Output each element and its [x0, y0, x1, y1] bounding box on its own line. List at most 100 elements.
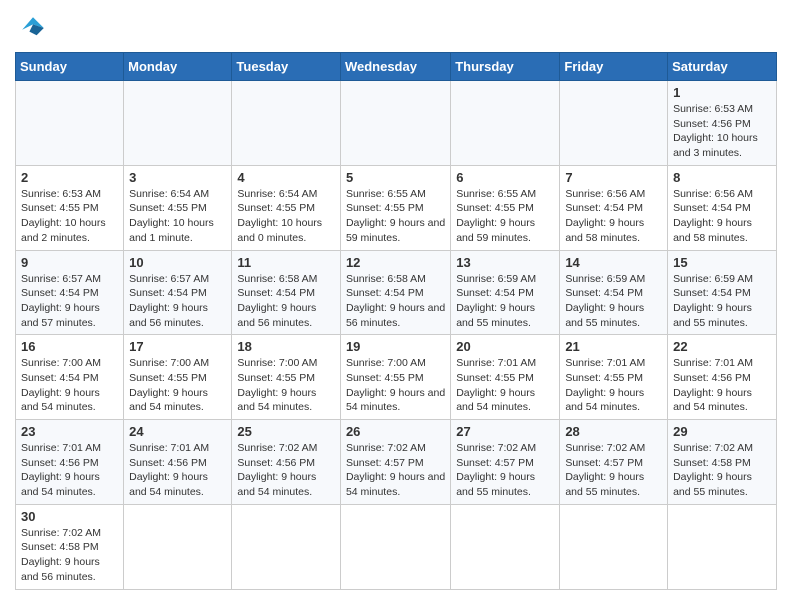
day-info: Sunrise: 6:59 AM Sunset: 4:54 PM Dayligh… — [456, 272, 554, 331]
calendar-cell — [16, 81, 124, 166]
day-info: Sunrise: 6:59 AM Sunset: 4:54 PM Dayligh… — [673, 272, 771, 331]
day-number: 3 — [129, 170, 226, 185]
day-of-week-tuesday: Tuesday — [232, 53, 341, 81]
calendar-cell: 18 Sunrise: 7:00 AM Sunset: 4:55 PM Dayli… — [232, 335, 341, 420]
day-number: 26 — [346, 424, 445, 439]
calendar-cell: 24Sunrise: 7:01 AM Sunset: 4:56 PM Dayli… — [124, 420, 232, 505]
day-info: Sunrise: 6:55 AM Sunset: 4:55 PM Dayligh… — [456, 187, 554, 246]
logo-icon — [15, 10, 51, 46]
calendar-cell: 25Sunrise: 7:02 AM Sunset: 4:56 PM Dayli… — [232, 420, 341, 505]
calendar-week-row: 9 Sunrise: 6:57 AM Sunset: 4:54 PM Daylig… — [16, 250, 777, 335]
day-info: Sunrise: 7:01 AM Sunset: 4:55 PM Dayligh… — [456, 356, 554, 415]
calendar-cell — [451, 81, 560, 166]
day-number: 2 — [21, 170, 118, 185]
calendar-cell: 28Sunrise: 7:02 AM Sunset: 4:57 PM Dayli… — [560, 420, 668, 505]
calendar-cell: 29Sunrise: 7:02 AM Sunset: 4:58 PM Dayli… — [668, 420, 777, 505]
day-number: 9 — [21, 255, 118, 270]
day-info: Sunrise: 6:56 AM Sunset: 4:54 PM Dayligh… — [565, 187, 662, 246]
calendar-cell: 14Sunrise: 6:59 AM Sunset: 4:54 PM Dayli… — [560, 250, 668, 335]
calendar-week-row: 16 Sunrise: 7:00 AM Sunset: 4:54 PM Dayli… — [16, 335, 777, 420]
calendar-cell: 1 Sunrise: 6:53 AM Sunset: 4:56 PM Daylig… — [668, 81, 777, 166]
day-number: 22 — [673, 339, 771, 354]
calendar-cell: 21 Sunrise: 7:01 AM Sunset: 4:55 PM Dayli… — [560, 335, 668, 420]
day-info: Sunrise: 6:58 AM Sunset: 4:54 PM Dayligh… — [346, 272, 445, 331]
day-number: 14 — [565, 255, 662, 270]
day-number: 17 — [129, 339, 226, 354]
day-number: 10 — [129, 255, 226, 270]
calendar-cell: 10 Sunrise: 6:57 AM Sunset: 4:54 PM Dayli… — [124, 250, 232, 335]
calendar-cell — [124, 504, 232, 589]
day-number: 7 — [565, 170, 662, 185]
calendar-cell — [560, 81, 668, 166]
day-info: Sunrise: 7:00 AM Sunset: 4:55 PM Dayligh… — [346, 356, 445, 415]
day-number: 30 — [21, 509, 118, 524]
calendar-cell — [451, 504, 560, 589]
day-number: 27 — [456, 424, 554, 439]
day-number: 15 — [673, 255, 771, 270]
day-number: 1 — [673, 85, 771, 100]
calendar-cell — [560, 504, 668, 589]
calendar-cell: 27 Sunrise: 7:02 AM Sunset: 4:57 PM Dayli… — [451, 420, 560, 505]
day-number: 20 — [456, 339, 554, 354]
day-number: 12 — [346, 255, 445, 270]
day-info: Sunrise: 6:53 AM Sunset: 4:56 PM Dayligh… — [673, 102, 771, 161]
logo — [15, 10, 55, 46]
calendar-cell: 12 Sunrise: 6:58 AM Sunset: 4:54 PM Dayli… — [340, 250, 450, 335]
day-number: 23 — [21, 424, 118, 439]
day-number: 4 — [237, 170, 335, 185]
day-info: Sunrise: 6:57 AM Sunset: 4:54 PM Dayligh… — [129, 272, 226, 331]
day-info: Sunrise: 7:02 AM Sunset: 4:57 PM Dayligh… — [346, 441, 445, 500]
calendar-cell: 6Sunrise: 6:55 AM Sunset: 4:55 PM Daylig… — [451, 165, 560, 250]
calendar-week-row: 23 Sunrise: 7:01 AM Sunset: 4:56 PM Dayli… — [16, 420, 777, 505]
calendar-cell: 9 Sunrise: 6:57 AM Sunset: 4:54 PM Daylig… — [16, 250, 124, 335]
day-of-week-sunday: Sunday — [16, 53, 124, 81]
day-number: 24 — [129, 424, 226, 439]
day-of-week-monday: Monday — [124, 53, 232, 81]
calendar-cell: 3 Sunrise: 6:54 AM Sunset: 4:55 PM Daylig… — [124, 165, 232, 250]
calendar-cell: 16 Sunrise: 7:00 AM Sunset: 4:54 PM Dayli… — [16, 335, 124, 420]
calendar-cell: 5 Sunrise: 6:55 AM Sunset: 4:55 PM Daylig… — [340, 165, 450, 250]
day-info: Sunrise: 7:00 AM Sunset: 4:55 PM Dayligh… — [237, 356, 335, 415]
day-number: 21 — [565, 339, 662, 354]
calendar-cell: 8 Sunrise: 6:56 AM Sunset: 4:54 PM Daylig… — [668, 165, 777, 250]
day-number: 16 — [21, 339, 118, 354]
calendar-cell — [668, 504, 777, 589]
calendar-cell: 13 Sunrise: 6:59 AM Sunset: 4:54 PM Dayli… — [451, 250, 560, 335]
day-number: 8 — [673, 170, 771, 185]
day-info: Sunrise: 7:02 AM Sunset: 4:57 PM Dayligh… — [456, 441, 554, 500]
day-number: 25 — [237, 424, 335, 439]
calendar-cell: 2Sunrise: 6:53 AM Sunset: 4:55 PM Daylig… — [16, 165, 124, 250]
day-info: Sunrise: 6:58 AM Sunset: 4:54 PM Dayligh… — [237, 272, 335, 331]
calendar-cell — [340, 81, 450, 166]
calendar-table: SundayMondayTuesdayWednesdayThursdayFrid… — [15, 52, 777, 590]
calendar-cell: 30Sunrise: 7:02 AM Sunset: 4:58 PM Dayli… — [16, 504, 124, 589]
day-number: 28 — [565, 424, 662, 439]
calendar-cell: 22Sunrise: 7:01 AM Sunset: 4:56 PM Dayli… — [668, 335, 777, 420]
day-info: Sunrise: 7:00 AM Sunset: 4:54 PM Dayligh… — [21, 356, 118, 415]
day-number: 18 — [237, 339, 335, 354]
day-of-week-friday: Friday — [560, 53, 668, 81]
day-number: 29 — [673, 424, 771, 439]
day-info: Sunrise: 6:55 AM Sunset: 4:55 PM Dayligh… — [346, 187, 445, 246]
day-info: Sunrise: 7:01 AM Sunset: 4:55 PM Dayligh… — [565, 356, 662, 415]
day-info: Sunrise: 6:54 AM Sunset: 4:55 PM Dayligh… — [237, 187, 335, 246]
day-number: 5 — [346, 170, 445, 185]
calendar-week-row: 1 Sunrise: 6:53 AM Sunset: 4:56 PM Daylig… — [16, 81, 777, 166]
day-info: Sunrise: 6:54 AM Sunset: 4:55 PM Dayligh… — [129, 187, 226, 246]
day-info: Sunrise: 6:57 AM Sunset: 4:54 PM Dayligh… — [21, 272, 118, 331]
calendar-cell — [124, 81, 232, 166]
day-of-week-thursday: Thursday — [451, 53, 560, 81]
day-number: 13 — [456, 255, 554, 270]
day-number: 11 — [237, 255, 335, 270]
calendar-cell: 19Sunrise: 7:00 AM Sunset: 4:55 PM Dayli… — [340, 335, 450, 420]
day-info: Sunrise: 6:56 AM Sunset: 4:54 PM Dayligh… — [673, 187, 771, 246]
calendar-cell — [232, 81, 341, 166]
calendar-cell: 11 Sunrise: 6:58 AM Sunset: 4:54 PM Dayli… — [232, 250, 341, 335]
day-of-week-saturday: Saturday — [668, 53, 777, 81]
calendar-cell: 20 Sunrise: 7:01 AM Sunset: 4:55 PM Dayli… — [451, 335, 560, 420]
calendar-cell: 7 Sunrise: 6:56 AM Sunset: 4:54 PM Daylig… — [560, 165, 668, 250]
calendar-cell — [340, 504, 450, 589]
calendar-cell — [232, 504, 341, 589]
day-info: Sunrise: 7:01 AM Sunset: 4:56 PM Dayligh… — [21, 441, 118, 500]
calendar-cell: 4 Sunrise: 6:54 AM Sunset: 4:55 PM Daylig… — [232, 165, 341, 250]
